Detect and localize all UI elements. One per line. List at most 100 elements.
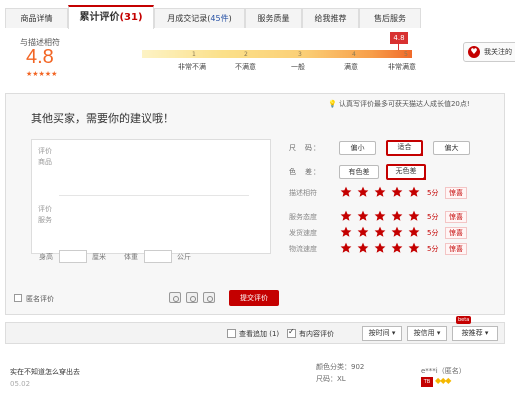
rating-row-label: 描述相符	[289, 189, 317, 197]
star-icon[interactable]	[357, 186, 369, 198]
star-icon[interactable]	[340, 242, 352, 254]
tab-service-quality[interactable]: 服务质量	[245, 8, 302, 28]
height-label: 身高	[39, 253, 53, 261]
label-line: 评价	[38, 147, 52, 155]
rating-word-badge: 惊喜	[445, 243, 467, 255]
scale-tick: 1	[192, 51, 196, 58]
rating-score-text: 5分	[427, 213, 439, 221]
weight-label: 体重	[124, 253, 138, 261]
review-content: 实在不知道怎么穿出去	[10, 368, 80, 376]
review-filter-bar: 查看追加 (1) 有内容评价 按时间 ▾ 按信用 ▾ 按推荐 ▾	[5, 322, 505, 344]
rating-scale-bar	[142, 50, 412, 58]
scale-tick: 5	[404, 51, 408, 58]
lightbulb-icon: 💡	[328, 100, 337, 108]
star-icon[interactable]	[408, 186, 420, 198]
star-icon[interactable]	[391, 242, 403, 254]
follow-label: 我关注的	[484, 48, 512, 56]
reviewer-name[interactable]: e***i（匿名）	[421, 366, 466, 376]
review-divider	[59, 195, 249, 196]
star-icon[interactable]	[391, 186, 403, 198]
review-color-class: 颜色分类：902	[316, 363, 365, 371]
heart-icon: ♥	[468, 46, 480, 58]
rating-score: 4.8	[26, 46, 54, 68]
score-marker-line	[398, 44, 399, 50]
rating-score-text: 5分	[427, 245, 439, 253]
rating-row-label: 物流速度	[289, 245, 317, 253]
rating-summary: 与描述相符 4.8 ★★★★★	[10, 36, 128, 78]
tab-label: 服务质量	[257, 14, 290, 23]
diamond-rank-icon: ◆◆◆	[435, 376, 452, 385]
rating-word-badge: 惊喜	[445, 227, 467, 239]
sort-by-credit-button[interactable]: 按信用 ▾	[407, 326, 447, 341]
tab-label: 商品详情	[20, 14, 53, 23]
rating-word-badge: 惊喜	[445, 211, 467, 223]
star-icon[interactable]	[340, 226, 352, 238]
color-diff-label: 色 差：	[289, 168, 321, 176]
tab-recommend[interactable]: 给我推荐	[302, 8, 359, 28]
star-icon[interactable]	[340, 210, 352, 222]
tab-monthly-sales[interactable]: 月成交记录(45件)	[154, 8, 245, 28]
star-icon[interactable]	[408, 210, 420, 222]
label-line: 商品	[38, 158, 52, 166]
star-icon[interactable]	[357, 242, 369, 254]
star-icon[interactable]	[391, 226, 403, 238]
rating-row-label: 服务态度	[289, 213, 317, 221]
share-image-icon[interactable]	[186, 292, 198, 303]
tab-count: 45件	[210, 14, 229, 23]
star-icon[interactable]	[391, 210, 403, 222]
service-review-label: 评价 服务	[38, 204, 52, 226]
star-icon[interactable]	[357, 226, 369, 238]
height-input[interactable]	[59, 250, 87, 263]
star-icon[interactable]	[357, 210, 369, 222]
star-icon[interactable]	[408, 242, 420, 254]
color-option-nodiff[interactable]: 无色差	[386, 164, 426, 180]
scale-tick: 3	[298, 51, 302, 58]
share-camera-icon[interactable]	[203, 292, 215, 303]
tab-after-sales[interactable]: 售后服务	[359, 8, 421, 28]
sort-by-recommend-button[interactable]: 按推荐 ▾	[452, 326, 498, 341]
star-icon[interactable]	[340, 186, 352, 198]
rating-score-text: 5分	[427, 189, 439, 197]
tab-label: 月成交记录	[167, 14, 208, 23]
color-option-diff[interactable]: 有色差	[339, 165, 379, 179]
tab-label: 售后服务	[374, 14, 406, 23]
scale-label: 不满意	[235, 63, 256, 71]
tab-bar: 商品详情 累计评价(31) 月成交记录(45件) 服务质量 给我推荐 售后服务	[5, 5, 421, 29]
star-icon[interactable]	[374, 210, 386, 222]
beta-badge: beta	[456, 316, 472, 324]
anonymous-checkbox[interactable]	[14, 294, 22, 302]
tab-product-details[interactable]: 商品详情	[5, 8, 68, 28]
sort-by-time-button[interactable]: 按时间 ▾	[362, 326, 402, 341]
weight-unit: 公斤	[177, 253, 191, 261]
size-option-large[interactable]: 偏大	[433, 141, 470, 155]
content-checkbox[interactable]	[287, 327, 296, 338]
anonymous-label: 匿名评价	[26, 295, 54, 303]
star-icon[interactable]	[374, 242, 386, 254]
append-checkbox[interactable]	[227, 329, 236, 338]
product-review-input[interactable]	[63, 144, 263, 188]
tab-count: 31	[124, 12, 138, 23]
submit-review-button[interactable]: 提交评价	[229, 290, 279, 306]
scale-tick: 4	[352, 51, 356, 58]
size-option-fit[interactable]: 适合	[386, 140, 423, 156]
review-input-box: 评价 商品 评价 服务	[31, 139, 271, 254]
buyer-level-icon: TB	[421, 377, 433, 387]
star-icon[interactable]	[374, 186, 386, 198]
share-photo-icon[interactable]	[169, 292, 181, 303]
append-label: 查看追加 (1)	[239, 330, 280, 338]
rating-score-text: 5分	[427, 229, 439, 237]
tab-reviews[interactable]: 累计评价(31)	[68, 5, 154, 29]
review-form-panel: 其他买家，需要你的建议哦！ 💡 认真写评价最多可获天猫达人成长值20点! 评价商…	[5, 93, 505, 315]
star-icon[interactable]	[408, 226, 420, 238]
weight-input[interactable]	[144, 250, 172, 263]
review-date: 05.02	[10, 380, 31, 388]
star-icon[interactable]	[374, 226, 386, 238]
size-option-small[interactable]: 偏小	[339, 141, 376, 155]
label-line: 服务	[38, 216, 52, 224]
height-unit: 厘米	[92, 253, 106, 261]
review-form-title: 其他买家，需要你的建议哦！	[31, 112, 174, 125]
follow-button[interactable]: ♥ 我关注的	[463, 42, 515, 62]
service-review-input[interactable]	[63, 200, 263, 244]
scale-label: 非常满意	[388, 63, 416, 71]
score-marker: 4.8	[390, 32, 408, 44]
